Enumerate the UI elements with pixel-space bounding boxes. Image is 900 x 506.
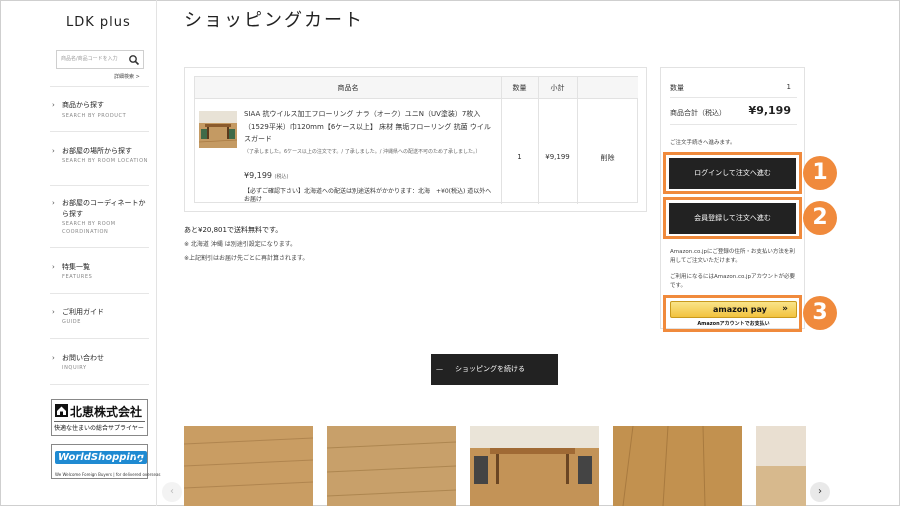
cart-panel: 商品名 数量 小計 SIAA 抗ウイルス加工フローリング ナラ（オーク）ユニN（… — [184, 67, 647, 212]
nav-label: お部屋のコーディネートから探す — [62, 199, 146, 218]
divider — [54, 421, 145, 422]
divider — [50, 131, 149, 132]
continue-shopping-button[interactable]: — ショッピングを続ける — [431, 354, 558, 385]
nav-sublabel: SEARCH BY ROOM LOCATION — [62, 158, 148, 164]
product-thumbnail[interactable] — [199, 111, 237, 148]
amazon-pay-label: amazon pay — [713, 305, 767, 314]
nav-sublabel: FEATURES — [62, 274, 93, 280]
product-options: （了承しました。6ケース以上の注文です。/ 了承しました。/ 沖縄県への配送不可… — [244, 149, 481, 155]
nav-sublabel: SEARCH BY ROOM COORDINATION — [62, 221, 116, 235]
tax-label: (税込) — [274, 174, 289, 180]
column-header-actions — [577, 77, 638, 99]
double-chevron-icon: » — [782, 304, 788, 314]
banner-subtitle: 快適な住まいの総合サプライヤー — [54, 425, 144, 432]
kitakei-banner[interactable]: 北恵株式会社 快適な住まいの総合サプライヤー — [51, 399, 148, 436]
note-text: ※上記割引はお届け先ごとに再計算されます。 — [184, 255, 309, 262]
column-header-subtotal: 小計 — [538, 77, 577, 99]
sidebar: LDK plus 商品名/商品コードを入力 詳細検索 > › 商品から探す SE… — [0, 0, 160, 506]
shipping-notice: 【必ずご確認下さい】北海道への配送は別途送料がかかります：北海 +¥0(税込) … — [244, 188, 492, 203]
divider — [538, 77, 539, 204]
advanced-search-link[interactable]: 詳細検索 > — [114, 73, 140, 80]
divider — [501, 77, 502, 204]
divider — [50, 384, 149, 385]
note-text: ※ 北海道 沖縄 は別途引設定になります。 — [184, 241, 297, 248]
divider — [577, 77, 578, 204]
chevron-right-icon: › — [52, 354, 55, 362]
worldshopping-banner[interactable]: WorldShopping We Welcome Foreign Buyers … — [51, 444, 160, 479]
divider — [50, 86, 149, 87]
search-box[interactable]: 商品名/商品コードを入力 — [56, 50, 144, 69]
carousel-item[interactable] — [613, 426, 742, 506]
total-label: 商品合計（税込） — [670, 109, 726, 117]
search-icon[interactable] — [128, 54, 140, 66]
nav-label: ご利用ガイド — [62, 308, 104, 316]
divider — [50, 185, 149, 186]
nav-label: お部屋の場所から探す — [62, 147, 132, 155]
price-value: ¥9,199 — [244, 171, 272, 180]
step-badge-3: 3 — [803, 296, 837, 330]
nav-label: 商品から探す — [62, 101, 104, 109]
nav-sublabel: INQUIRY — [62, 365, 87, 371]
carousel-item[interactable] — [470, 426, 599, 506]
continue-shopping-label: ショッピングを続ける — [455, 365, 525, 373]
chevron-right-icon: › — [52, 308, 55, 316]
house-logo-icon — [55, 404, 68, 417]
delete-link[interactable]: 削除 — [577, 153, 638, 163]
banner-subtitle: We Welcome Foreign Buyers | for delivere… — [55, 472, 161, 477]
carousel-item[interactable] — [756, 426, 806, 506]
nav-sublabel: GUIDE — [62, 319, 82, 325]
carousel-item[interactable] — [184, 426, 313, 506]
cart-icon — [132, 451, 146, 463]
chevron-right-icon: › — [52, 199, 55, 207]
login-checkout-button[interactable]: ログインして注文へ進む — [669, 158, 796, 189]
step-badge-2: 2 — [803, 201, 837, 235]
carousel-next-button[interactable]: › — [810, 482, 830, 502]
qty-label: 数量 — [670, 84, 684, 92]
amazon-pay-caption: Amazonアカウントでお支払い — [697, 321, 770, 327]
floor-image — [756, 426, 806, 506]
carousel-prev-button[interactable]: ‹ — [162, 482, 182, 502]
nav-label: 特集一覧 — [62, 263, 90, 271]
floor-image — [184, 426, 313, 506]
nav-label: お問い合わせ — [62, 354, 104, 362]
item-qty: 1 — [517, 153, 522, 161]
amazon-info-text: Amazon.co.jpにご登録の住所・お支払い方法を利用してご注文いただけます… — [670, 249, 795, 264]
room-image — [470, 426, 599, 506]
proceed-text: ご注文手続きへ進みます。 — [670, 140, 736, 146]
product-price: ¥9,199 (税込) — [244, 171, 288, 180]
column-header-qty: 数量 — [501, 77, 538, 99]
item-subtotal: ¥9,199 — [545, 153, 570, 161]
chevron-right-icon: › — [52, 101, 55, 109]
floor-image — [613, 426, 742, 506]
search-input[interactable]: 商品名/商品コードを入力 — [61, 55, 118, 62]
banner-title: 北恵株式会社 — [70, 405, 143, 419]
register-checkout-button[interactable]: 会員登録して注文へ進む — [669, 203, 796, 234]
divider — [670, 124, 797, 125]
divider — [50, 293, 149, 294]
chevron-right-icon: › — [52, 263, 55, 271]
divider — [670, 97, 797, 98]
step-badge-1: 1 — [803, 156, 837, 190]
carousel-item[interactable] — [327, 426, 456, 506]
amazon-pay-button[interactable]: amazon pay » — [670, 301, 797, 318]
site-logo[interactable]: LDK plus — [66, 15, 131, 30]
free-shipping-message: あと¥20,801で送料無料です。 — [184, 226, 283, 234]
total-value: ¥9,199 — [748, 104, 791, 117]
nav-sublabel: SEARCH BY PRODUCT — [62, 113, 127, 119]
amazon-account-text: ご利用になるにはAmazon.co.jpアカウントが必要です。 — [670, 274, 796, 289]
chevron-right-icon: › — [52, 147, 55, 155]
divider — [50, 247, 149, 248]
column-header-product: 商品名 — [195, 77, 501, 99]
divider — [50, 338, 149, 339]
dash-icon: — — [436, 365, 443, 373]
qty-value: 1 — [786, 83, 791, 91]
page-title: ショッピングカート — [184, 10, 364, 31]
product-image — [199, 111, 237, 148]
cart-table: 商品名 数量 小計 SIAA 抗ウイルス加工フローリング ナラ（オーク）ユニN（… — [194, 76, 638, 204]
product-name-link[interactable]: SIAA 抗ウイルス加工フローリング ナラ（オーク）ユニN（UV塗装）7枚入（1… — [244, 108, 494, 146]
floor-image — [327, 426, 456, 506]
